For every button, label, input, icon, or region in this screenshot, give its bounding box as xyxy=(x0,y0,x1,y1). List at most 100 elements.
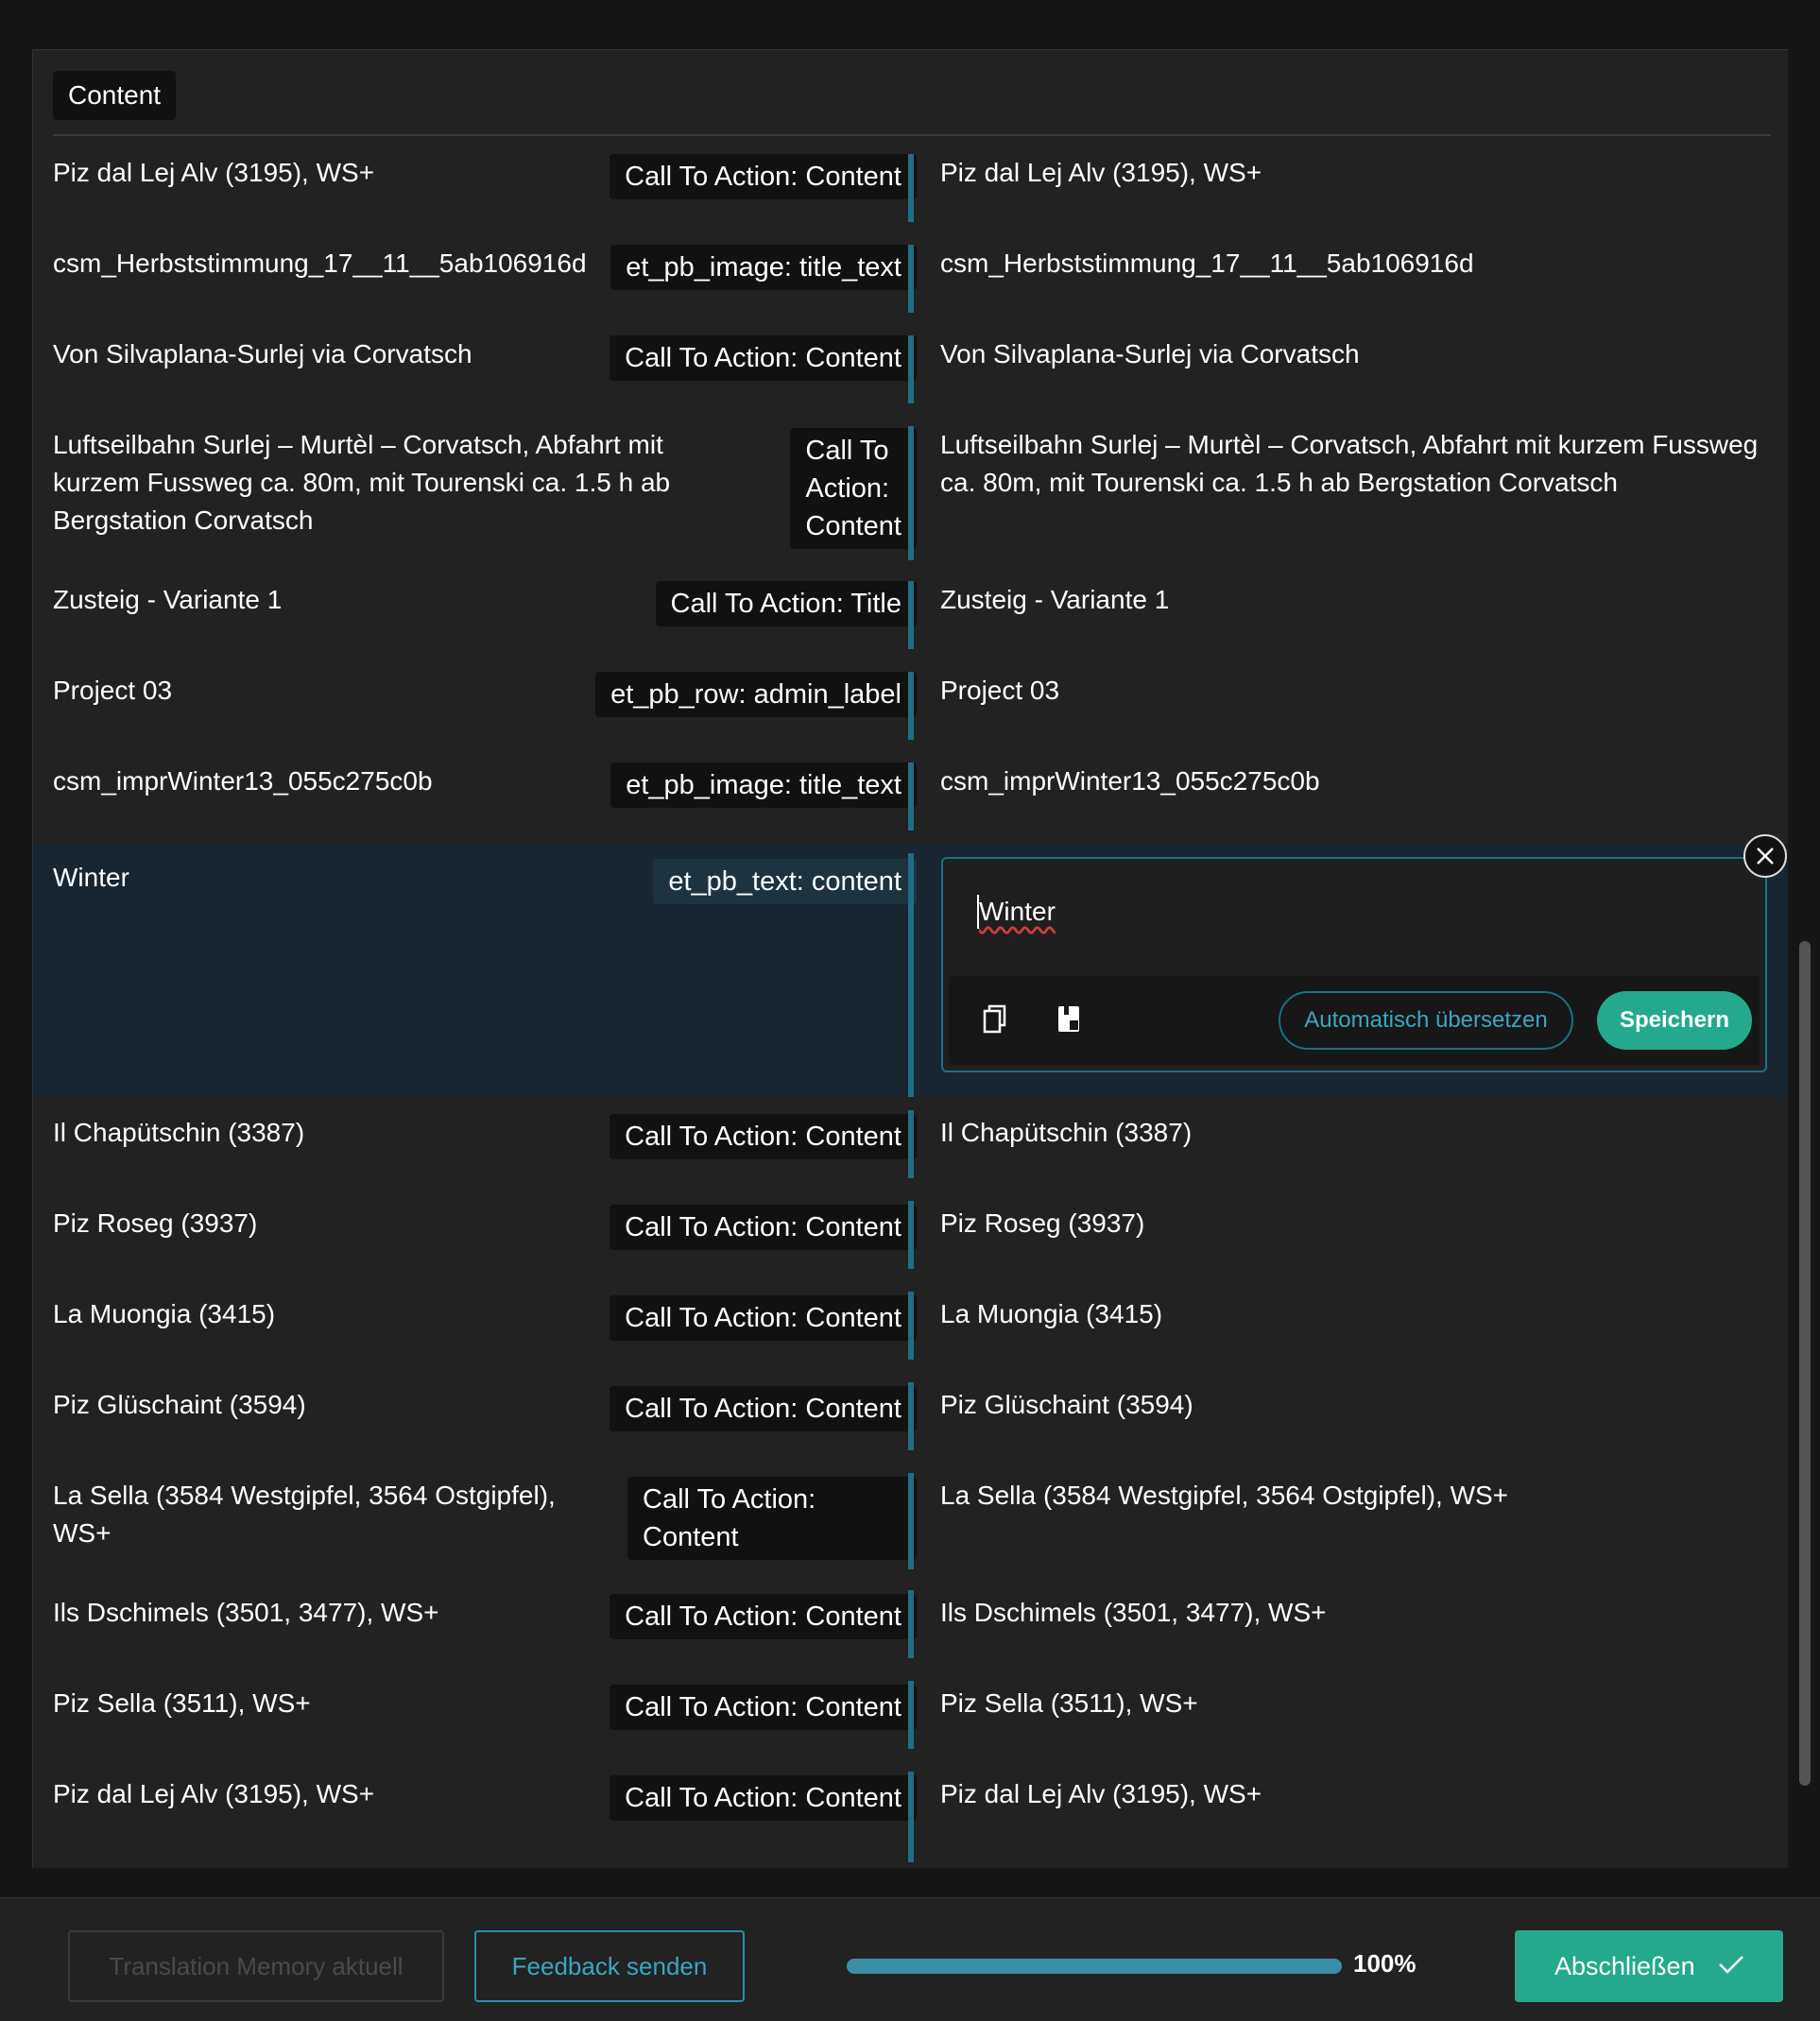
translation-editor[interactable]: Winter Automatisch übersetzen Speichern xyxy=(941,857,1767,1072)
segment-target[interactable]: Il Chapütschin (3387) xyxy=(940,1114,1192,1152)
segment-tag: Call To Action: Content xyxy=(610,154,917,199)
close-icon[interactable] xyxy=(1743,834,1787,878)
segment-source-line: Luftseilbahn Surlej – Murtèl – Corvatsch… xyxy=(53,430,663,459)
segment-tag: Call To Action: Content xyxy=(627,1477,917,1560)
segment-source: Project 03 xyxy=(53,676,173,705)
segment-target[interactable]: Piz Sella (3511), WS+ xyxy=(940,1685,1198,1722)
segment-target[interactable]: Zusteig - Variante 1 xyxy=(940,581,1169,619)
editor-toolbar: Automatisch übersetzen Speichern xyxy=(949,976,1760,1065)
segment-source: Il Chapütschin (3387) xyxy=(53,1118,305,1147)
segment-source: Piz Sella (3511), WS+ xyxy=(53,1688,311,1718)
segment-tag-line: Content xyxy=(805,511,901,541)
segment-source: csm_imprWinter13_055c275c0b xyxy=(53,766,433,796)
translation-memory-button: Translation Memory aktuell xyxy=(68,1930,444,2002)
segment-tag: et_pb_image: title_text xyxy=(610,762,917,808)
segment-row[interactable]: csm_imprWinter13_055c275c0b et_pb_image:… xyxy=(33,762,1789,844)
segment-tag: Call To Action: Content xyxy=(610,1775,917,1821)
segment-tag: et_pb_row: admin_label xyxy=(595,672,917,717)
segment-source: La Muongia (3415) xyxy=(53,1299,276,1328)
segment-tag-line: Call To Action: xyxy=(643,1484,816,1515)
segment-divider xyxy=(908,1772,914,1862)
segment-row[interactable]: Piz dal Lej Alv (3195), WS+ Call To Acti… xyxy=(33,1758,1789,1862)
segment-divider xyxy=(908,154,914,222)
segment-target[interactable]: Luftseilbahn Surlej – Murtèl – Corvatsch… xyxy=(940,426,1758,502)
progress-label: 100% xyxy=(1353,1949,1417,1978)
segment-source: Winter xyxy=(53,863,129,892)
segment-tag: Call To Action: Content xyxy=(610,1205,917,1250)
segment-row[interactable]: La Sella (3584 Westgipfel, 3564 Ostgipfe… xyxy=(33,1460,1789,1577)
segment-source: Piz Roseg (3937) xyxy=(53,1208,258,1238)
segment-target[interactable]: Ils Dschimels (3501, 3477), WS+ xyxy=(940,1594,1327,1632)
header-divider xyxy=(53,134,1771,136)
segment-target[interactable]: Piz Glüschaint (3594) xyxy=(940,1386,1193,1424)
segment-divider xyxy=(908,1201,914,1269)
segment-row-active[interactable]: Winter et_pb_text: content Winter Automa… xyxy=(33,834,1789,1097)
content-chip: Content xyxy=(53,71,177,120)
segment-target[interactable]: Piz dal Lej Alv (3195), WS+ xyxy=(940,1775,1262,1813)
segment-source: csm_Herbststimmung_17__11__5ab106916d xyxy=(53,248,587,278)
segment-target[interactable]: Von Silvaplana-Surlej via Corvatsch xyxy=(940,335,1360,373)
segment-divider xyxy=(908,1590,914,1658)
segment-target[interactable]: Piz Roseg (3937) xyxy=(940,1205,1144,1242)
segment-target[interactable]: Project 03 xyxy=(940,672,1059,710)
finish-button-label: Abschließen xyxy=(1554,1952,1695,1980)
auto-translate-button[interactable]: Automatisch übersetzen xyxy=(1279,991,1573,1050)
glossary-icon[interactable] xyxy=(1051,1001,1089,1038)
check-icon xyxy=(1719,1956,1743,1974)
segment-source-line: WS+ xyxy=(53,1518,112,1548)
segment-tag: Call To Action: Content xyxy=(610,1386,917,1431)
segment-divider xyxy=(908,335,914,403)
progress-fill xyxy=(847,1959,1342,1974)
segment-divider xyxy=(908,672,914,740)
segment-divider xyxy=(908,1681,914,1749)
scrollbar-thumb[interactable] xyxy=(1799,941,1811,1786)
segment-target[interactable]: La Muongia (3415) xyxy=(940,1295,1162,1333)
segment-tag: Call To Action: Content xyxy=(610,335,917,381)
segment-target-line: ca. 80m, mit Tourenski ca. 1.5 h ab Berg… xyxy=(940,468,1618,497)
segment-row[interactable]: csm_Herbststimmung_17__11__5ab106916d et… xyxy=(33,245,1789,335)
segment-source: Piz dal Lej Alv (3195), WS+ xyxy=(53,1779,375,1808)
segment-row[interactable]: Piz dal Lej Alv (3195), WS+ Call To Acti… xyxy=(33,154,1789,245)
segment-row[interactable]: Ils Dschimels (3501, 3477), WS+ Call To … xyxy=(33,1577,1789,1668)
copy-icon[interactable] xyxy=(977,1001,1015,1038)
segment-target[interactable]: csm_Herbststimmung_17__11__5ab106916d xyxy=(940,245,1474,283)
segment-row[interactable]: Zusteig - Variante 1 Call To Action: Tit… xyxy=(33,581,1789,672)
segment-row[interactable]: Von Silvaplana-Surlej via Corvatsch Call… xyxy=(33,335,1789,426)
segment-tag: et_pb_text: content xyxy=(653,859,917,904)
segment-target[interactable]: csm_imprWinter13_055c275c0b xyxy=(940,762,1320,800)
panel-header: Content xyxy=(53,71,177,120)
segment-source: Ils Dschimels (3501, 3477), WS+ xyxy=(53,1598,439,1627)
progress-bar xyxy=(847,1959,1342,1974)
segment-list: Piz dal Lej Alv (3195), WS+ Call To Acti… xyxy=(33,154,1789,1862)
segment-row[interactable]: Project 03 et_pb_row: admin_label Projec… xyxy=(33,672,1789,762)
segment-row[interactable]: Il Chapütschin (3387) Call To Action: Co… xyxy=(33,1097,1789,1188)
editor-input[interactable]: Winter xyxy=(979,897,1056,927)
segment-source: Von Silvaplana-Surlej via Corvatsch xyxy=(53,339,472,368)
top-bar xyxy=(0,0,1820,49)
segment-divider xyxy=(908,1292,914,1360)
segment-target[interactable]: La Sella (3584 Westgipfel, 3564 Ostgipfe… xyxy=(940,1477,1508,1515)
save-button[interactable]: Speichern xyxy=(1597,991,1752,1050)
segment-divider xyxy=(908,762,914,831)
feedback-button[interactable]: Feedback senden xyxy=(474,1930,745,2002)
segment-tag: Call To Action: Content xyxy=(790,428,917,549)
segment-row[interactable]: Piz Roseg (3937) Call To Action: Content… xyxy=(33,1188,1789,1278)
segment-target-line: Luftseilbahn Surlej – Murtèl – Corvatsch… xyxy=(940,430,1759,459)
segment-target[interactable]: Piz dal Lej Alv (3195), WS+ xyxy=(940,154,1262,192)
translation-panel: Content Piz dal Lej Alv (3195), WS+ Call… xyxy=(32,49,1790,1868)
segment-row[interactable]: Luftseilbahn Surlej – Murtèl – Corvatsch… xyxy=(33,426,1789,581)
segment-source-line: kurzem Fussweg ca. 80m, mit Tourenski ca… xyxy=(53,468,671,497)
segment-divider xyxy=(908,1473,914,1569)
finish-button[interactable]: Abschließen xyxy=(1515,1930,1783,2002)
segment-tag: et_pb_image: title_text xyxy=(610,245,917,290)
segment-row[interactable]: Piz Sella (3511), WS+ Call To Action: Co… xyxy=(33,1668,1789,1758)
segment-tag: Call To Action: Title xyxy=(655,581,917,626)
segment-source-line: La Sella (3584 Westgipfel, 3564 Ostgipfe… xyxy=(53,1481,556,1510)
segment-divider xyxy=(908,426,914,560)
segment-divider xyxy=(908,1110,914,1178)
segment-row[interactable]: La Muongia (3415) Call To Action: Conten… xyxy=(33,1278,1789,1369)
segment-tag-line: Call To xyxy=(805,436,889,466)
segment-tag-line: Content xyxy=(643,1522,739,1552)
segment-row[interactable]: Piz Glüschaint (3594) Call To Action: Co… xyxy=(33,1369,1789,1460)
segment-divider xyxy=(908,853,914,1097)
